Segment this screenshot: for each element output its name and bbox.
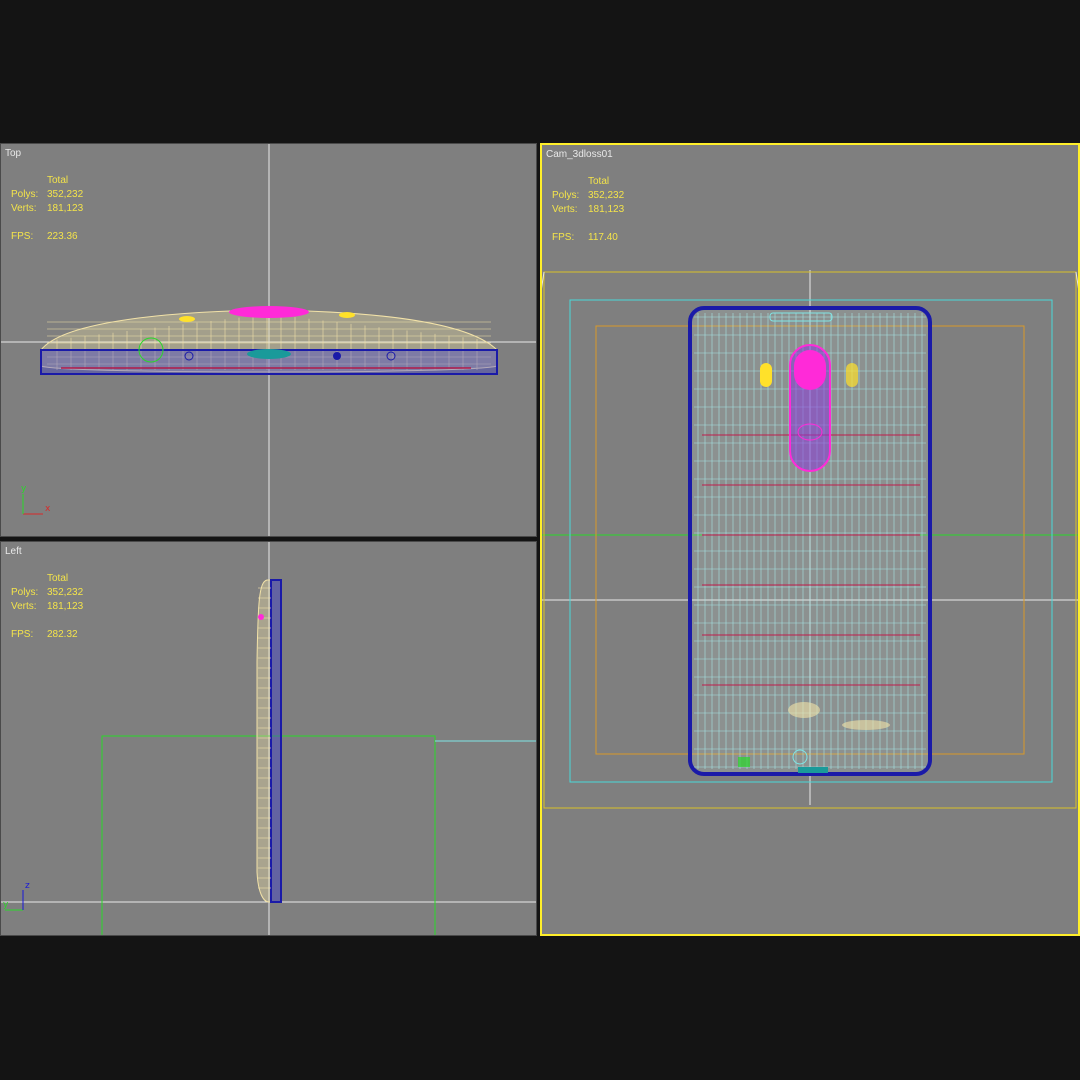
verts-value: 181,123 (588, 204, 625, 215)
verts-value: 181,123 (47, 601, 84, 612)
fps-value: 117.40 (588, 232, 618, 243)
fps-label: FPS: (11, 629, 34, 640)
stats-header: Total (588, 176, 610, 187)
phone-top-wireframe (40, 306, 498, 375)
polys-value: 352,232 (47, 189, 84, 200)
stats-overlay: Total Polys: 352,232 Verts: 181,123 FPS: 11… (552, 175, 624, 245)
viewport-label[interactable]: Top (5, 148, 21, 159)
polys-value: 352,232 (47, 587, 84, 598)
axis-gizmo-icon: x y (21, 484, 51, 515)
verts-label: Verts: (11, 601, 37, 612)
polys-label: Polys: (11, 587, 39, 598)
viewport-label[interactable]: Cam_3dloss01 (546, 149, 613, 160)
camera-view-scene (542, 270, 1078, 809)
verts-value: 181,123 (47, 203, 84, 214)
verts-label: Verts: (552, 204, 578, 215)
polys-label: Polys: (11, 189, 39, 200)
viewport-camera[interactable]: Cam_3dloss01 Total Polys: 352,232 Verts: 1… (540, 143, 1080, 936)
stats-overlay: Total Polys: 352,232 Verts: 181,123 FPS: 22… (11, 174, 83, 244)
phone-back-wireframe (688, 306, 932, 776)
viewport-left[interactable]: z y Left Total Polys: 352,232 Verts: 181,1… (0, 541, 537, 936)
fps-label: FPS: (11, 231, 34, 242)
fps-value: 223.36 (47, 231, 78, 242)
phone-side-wireframe (256, 579, 282, 903)
viewport-label[interactable]: Left (5, 546, 22, 557)
stats-overlay: Total Polys: 352,232 Verts: 181,123 FPS: 28… (11, 572, 83, 642)
polys-label: Polys: (552, 190, 580, 201)
stats-header: Total (47, 573, 69, 584)
svg-text:y: y (21, 484, 27, 494)
polys-value: 352,232 (588, 190, 625, 201)
stats-header: Total (47, 175, 69, 186)
verts-label: Verts: (11, 203, 37, 214)
svg-text:x: x (45, 504, 51, 514)
svg-text:y: y (3, 900, 9, 910)
fps-label: FPS: (552, 232, 575, 243)
fps-value: 282.32 (47, 629, 78, 640)
svg-text:z: z (25, 881, 30, 891)
axis-gizmo-icon: z y (3, 881, 30, 911)
viewport-top[interactable]: x y Top Total Polys: 352,232 Verts: 181,12… (0, 143, 537, 537)
